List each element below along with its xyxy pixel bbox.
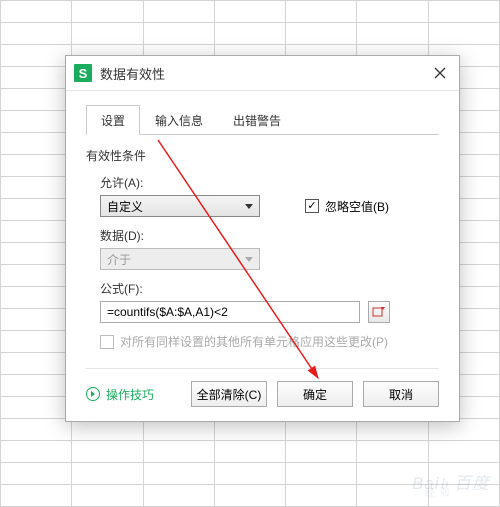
tips-link[interactable]: 操作技巧 bbox=[86, 386, 154, 403]
data-dropdown: 介于 bbox=[100, 248, 260, 270]
data-value: 介于 bbox=[107, 251, 131, 268]
dialog-title: 数据有效性 bbox=[100, 64, 429, 83]
apply-all-label: 对所有同样设置的其他所有单元格应用这些更改(P) bbox=[120, 333, 388, 350]
ignore-blank-label: 忽略空值(B) bbox=[325, 198, 389, 215]
app-icon: S bbox=[74, 64, 92, 82]
clear-all-button[interactable]: 全部清除(C) bbox=[191, 381, 267, 407]
tab-error-alert[interactable]: 出错警告 bbox=[218, 105, 296, 135]
chevron-down-icon bbox=[245, 204, 253, 209]
checkbox-icon bbox=[305, 199, 319, 213]
ok-button[interactable]: 确定 bbox=[277, 381, 353, 407]
range-selector-button[interactable] bbox=[368, 301, 390, 323]
data-validation-dialog: S 数据有效性 设置 输入信息 出错警告 有效性条件 允许(A): 自定义 忽略… bbox=[65, 55, 460, 422]
checkbox-icon bbox=[100, 335, 114, 349]
watermark-sub: 经验 bbox=[425, 484, 455, 499]
chevron-down-icon bbox=[245, 257, 253, 262]
tab-bar: 设置 输入信息 出错警告 bbox=[86, 105, 439, 135]
dialog-titlebar[interactable]: S 数据有效性 bbox=[66, 56, 459, 91]
tab-settings[interactable]: 设置 bbox=[86, 105, 140, 135]
close-button[interactable] bbox=[429, 62, 451, 84]
formula-label: 公式(F): bbox=[100, 280, 439, 297]
section-condition-label: 有效性条件 bbox=[86, 147, 439, 164]
allow-dropdown[interactable]: 自定义 bbox=[100, 195, 260, 217]
cancel-button[interactable]: 取消 bbox=[363, 381, 439, 407]
allow-label: 允许(A): bbox=[100, 174, 439, 191]
play-icon bbox=[86, 387, 100, 401]
tab-input-message[interactable]: 输入信息 bbox=[140, 105, 218, 135]
tips-label: 操作技巧 bbox=[106, 386, 154, 403]
formula-input[interactable] bbox=[100, 301, 360, 323]
ignore-blank-checkbox[interactable]: 忽略空值(B) bbox=[305, 198, 389, 215]
allow-value: 自定义 bbox=[107, 198, 143, 215]
data-label: 数据(D): bbox=[100, 227, 439, 244]
apply-all-checkbox: 对所有同样设置的其他所有单元格应用这些更改(P) bbox=[100, 333, 439, 350]
